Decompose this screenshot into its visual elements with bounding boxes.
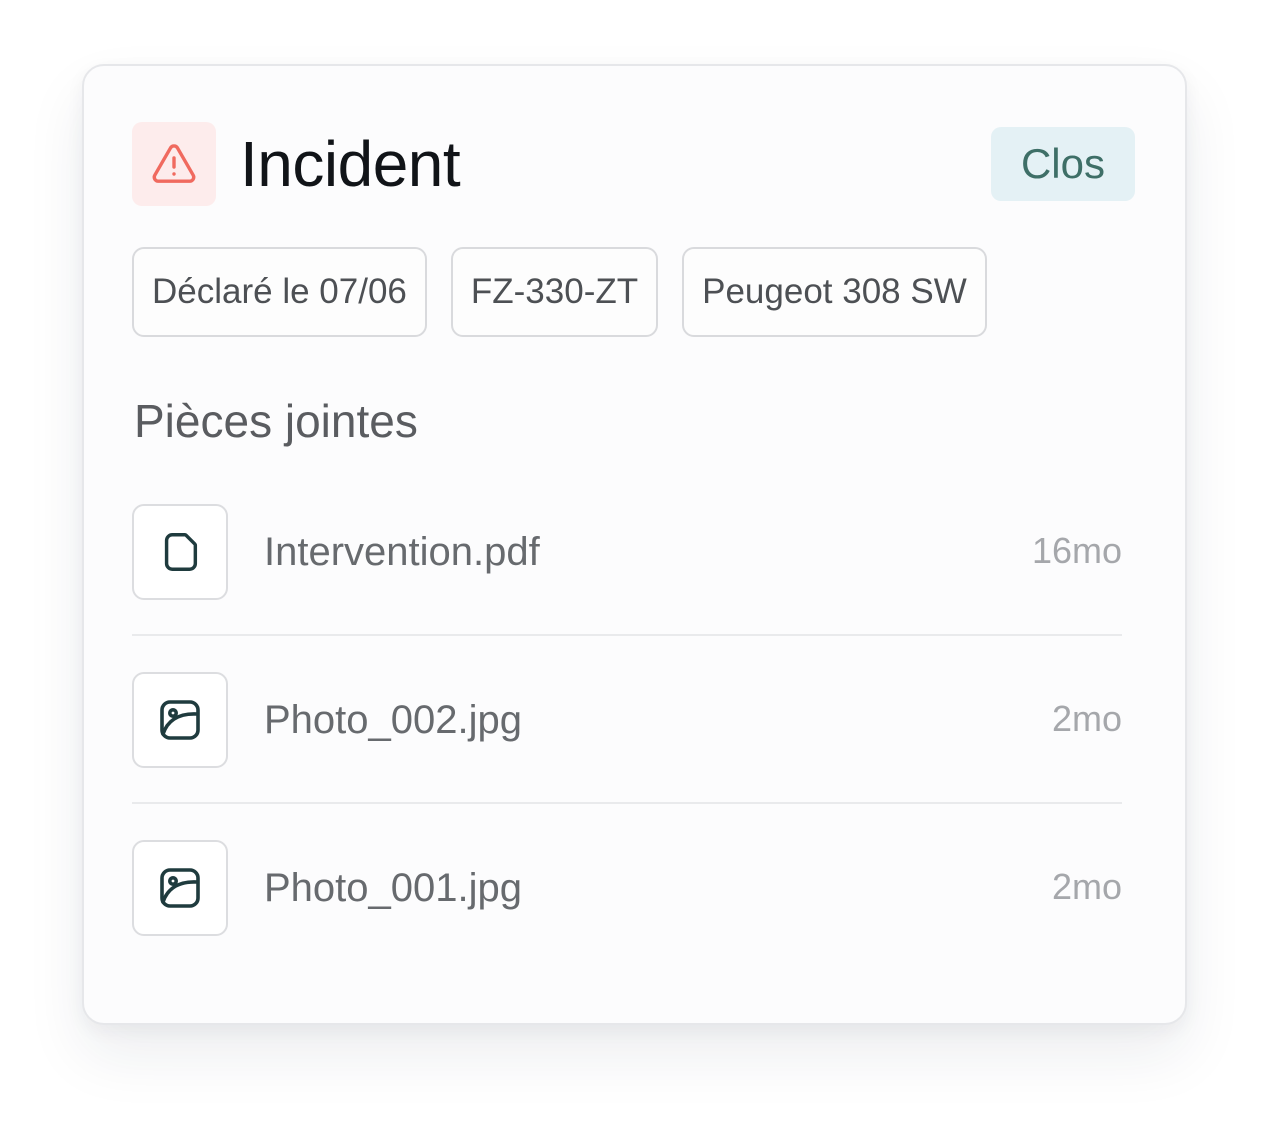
card-header: Incident Clos	[132, 122, 1135, 206]
chip-license-plate: FZ-330-ZT	[450, 247, 659, 337]
attachment-row[interactable]: Photo_002.jpg 2mo	[132, 672, 1122, 840]
attachments-list: Intervention.pdf 16mo Photo_002.jpg 2mo	[132, 504, 1122, 1008]
incident-chips: Déclaré le 07/06 FZ-330-ZT Peugeot 308 S…	[132, 247, 987, 337]
attachment-row[interactable]: Photo_001.jpg 2mo	[132, 840, 1122, 1008]
attachment-name: Photo_002.jpg	[264, 698, 523, 742]
status-badge: Clos	[990, 127, 1135, 201]
image-icon	[160, 700, 200, 740]
chip-vehicle-model: Peugeot 308 SW	[682, 247, 987, 337]
image-icon-box	[132, 840, 228, 936]
alert-triangle-icon	[152, 144, 196, 183]
attachment-name: Photo_001.jpg	[264, 866, 523, 910]
attachment-row[interactable]: Intervention.pdf 16mo	[132, 504, 1122, 672]
attachment-age: 16mo	[1031, 530, 1122, 571]
incident-title: Incident	[240, 128, 461, 200]
row-divider	[132, 802, 1122, 804]
chip-declared-date: Déclaré le 07/06	[132, 247, 427, 337]
attachment-age: 2mo	[1051, 866, 1122, 907]
file-icon-box	[132, 504, 228, 600]
attachment-age: 2mo	[1051, 698, 1122, 739]
image-icon-box	[132, 672, 228, 768]
attachment-name: Intervention.pdf	[264, 530, 540, 574]
file-icon	[164, 533, 198, 571]
incident-card: Incident Clos Déclaré le 07/06 FZ-330-ZT…	[82, 64, 1187, 1025]
attachments-title: Pièces jointes	[134, 395, 418, 447]
row-divider	[132, 634, 1122, 636]
image-icon	[160, 868, 200, 908]
alert-icon-box	[132, 122, 216, 206]
